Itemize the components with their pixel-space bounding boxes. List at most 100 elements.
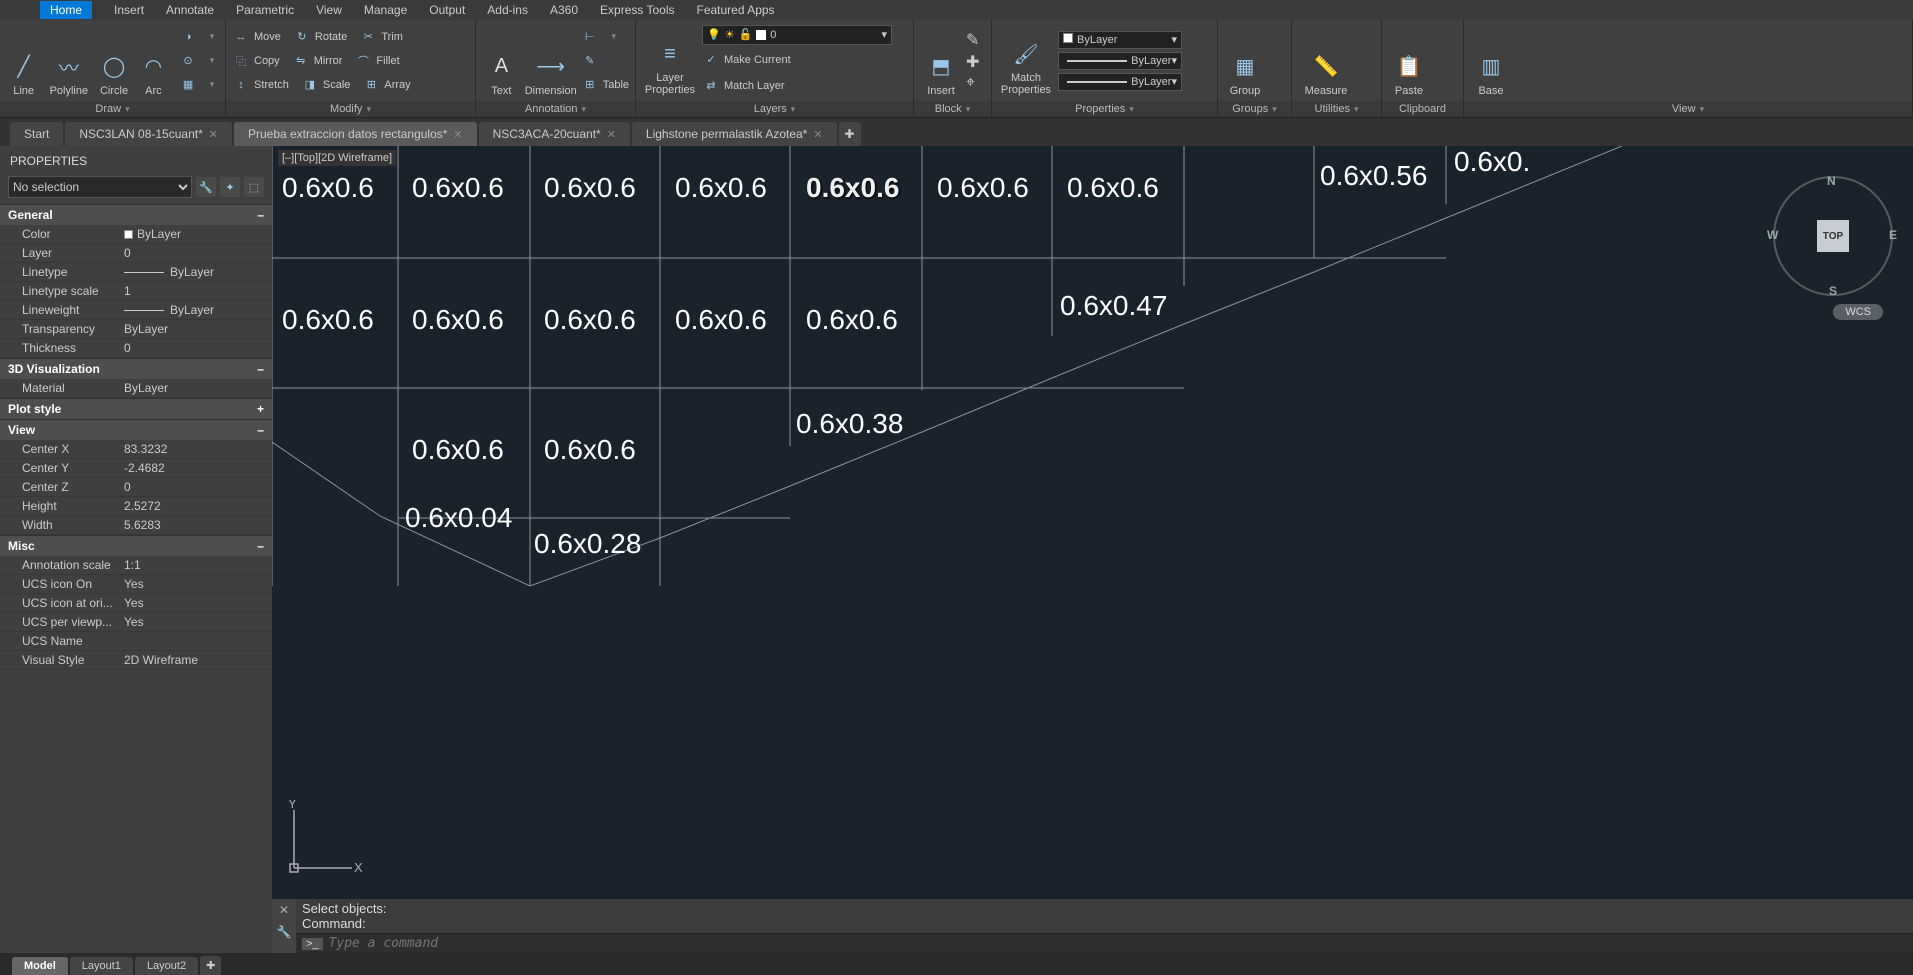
menu-manage[interactable]: Manage xyxy=(364,3,407,17)
prop-row[interactable]: LineweightByLayer xyxy=(0,301,272,320)
menu-parametric[interactable]: Parametric xyxy=(236,3,294,17)
viewcube-top[interactable]: TOP xyxy=(1817,220,1849,252)
add-tab-button[interactable]: ✚ xyxy=(839,122,861,146)
prop-linetype-combo[interactable]: ByLayer▾ xyxy=(1058,73,1182,91)
menu-view[interactable]: View xyxy=(316,3,342,17)
prop-row[interactable]: UCS Name xyxy=(0,632,272,651)
block-ex3[interactable]: ⌖ xyxy=(966,74,979,92)
panel-modify-label[interactable]: Modify xyxy=(226,101,475,117)
prop-row[interactable]: Thickness0 xyxy=(0,339,272,358)
menu-insert[interactable]: Insert xyxy=(114,3,144,17)
layout-tab-layout1[interactable]: Layout1 xyxy=(70,957,133,975)
tool-copy[interactable]: ⿻Copy xyxy=(232,50,280,72)
close-icon[interactable]: ✕ xyxy=(209,128,218,141)
prop-btn-quick[interactable]: ✦ xyxy=(220,177,240,197)
menu-featured-apps[interactable]: Featured Apps xyxy=(697,3,775,17)
prop-row[interactable]: UCS icon OnYes xyxy=(0,575,272,594)
panel-annotation-label[interactable]: Annotation xyxy=(476,101,635,117)
file-tab[interactable]: NSC3ACA-20cuant*✕ xyxy=(479,122,630,146)
tool-text[interactable]: AText xyxy=(482,25,521,97)
selection-combo[interactable]: No selection xyxy=(8,176,192,198)
prop-row[interactable]: UCS icon at ori...Yes xyxy=(0,594,272,613)
file-tab[interactable]: Start xyxy=(10,122,63,146)
tool-group[interactable]: ▦Group xyxy=(1224,25,1266,97)
tool-paste[interactable]: 📋Paste xyxy=(1388,25,1430,97)
tool-fillet[interactable]: ⌒Fillet xyxy=(354,50,399,72)
file-tab[interactable]: Prueba extraccion datos rectangulos*✕ xyxy=(234,122,477,146)
tool-move[interactable]: ↔Move xyxy=(232,26,281,48)
draw-extra-1[interactable]: ◑ xyxy=(179,26,219,48)
close-icon[interactable]: ✕ xyxy=(607,128,616,141)
ann-extra-1[interactable]: ⊢ xyxy=(581,26,629,48)
tool-dimension[interactable]: ⟶Dimension xyxy=(525,25,577,97)
prop-group-misc[interactable]: Misc– xyxy=(0,535,272,556)
close-icon[interactable]: ✕ xyxy=(453,128,462,141)
menu-home[interactable]: Home xyxy=(40,1,92,19)
draw-extra-2[interactable]: ⊙ xyxy=(179,50,219,72)
prop-row[interactable]: Center Z0 xyxy=(0,478,272,497)
tool-rotate[interactable]: ↻Rotate xyxy=(293,26,347,48)
prop-row[interactable]: MaterialByLayer xyxy=(0,379,272,398)
cmd-close-icon[interactable]: ✕ xyxy=(272,899,296,921)
menu-annotate[interactable]: Annotate xyxy=(166,3,214,17)
prop-group-3d-visualization[interactable]: 3D Visualization– xyxy=(0,358,272,379)
compass-w[interactable]: W xyxy=(1767,228,1778,242)
tool-measure[interactable]: 📏Measure xyxy=(1298,25,1354,97)
ann-extra-2[interactable]: ✎ xyxy=(581,50,629,72)
prop-row[interactable]: Height2.5272 xyxy=(0,497,272,516)
prop-btn-select[interactable]: ⬚ xyxy=(244,177,264,197)
panel-block-label[interactable]: Block xyxy=(914,101,991,117)
compass-e[interactable]: E xyxy=(1889,228,1897,242)
prop-group-general[interactable]: General– xyxy=(0,204,272,225)
make-current[interactable]: ✓Make Current xyxy=(702,49,892,71)
file-tab[interactable]: Lighstone permalastik Azotea*✕ xyxy=(632,122,837,146)
tool-stretch[interactable]: ↕Stretch xyxy=(232,74,289,96)
panel-groups-label[interactable]: Groups xyxy=(1218,101,1291,117)
prop-color-combo[interactable]: ByLayer▾ xyxy=(1058,31,1182,49)
cmd-handle-icon[interactable]: 🔧 xyxy=(272,921,296,943)
tool-scale[interactable]: ◨Scale xyxy=(301,74,351,96)
prop-row[interactable]: Layer0 xyxy=(0,244,272,263)
prop-row[interactable]: TransparencyByLayer xyxy=(0,320,272,339)
prop-row[interactable]: Width5.6283 xyxy=(0,516,272,535)
menu-express-tools[interactable]: Express Tools xyxy=(600,3,674,17)
panel-draw-label[interactable]: Draw xyxy=(0,101,225,117)
prop-lineweight-combo[interactable]: ByLayer▾ xyxy=(1058,52,1182,70)
prop-group-view[interactable]: View– xyxy=(0,419,272,440)
close-icon[interactable]: ✕ xyxy=(813,128,822,141)
tool-circle[interactable]: ◯Circle xyxy=(96,25,131,97)
panel-layers-label[interactable]: Layers xyxy=(636,101,913,117)
prop-row[interactable]: Linetype scale1 xyxy=(0,282,272,301)
tool-line[interactable]: ╱Line xyxy=(6,25,41,97)
panel-utilities-label[interactable]: Utilities xyxy=(1292,101,1381,117)
prop-btn-pim[interactable]: 🔧 xyxy=(196,177,216,197)
tool-mirror[interactable]: ⇋Mirror xyxy=(292,50,343,72)
tool-table[interactable]: ⊞Table xyxy=(581,74,629,96)
prop-row[interactable]: Center Y-2.4682 xyxy=(0,459,272,478)
tool-layer-properties[interactable]: ≡LayerProperties xyxy=(642,25,698,97)
compass-n[interactable]: N xyxy=(1827,174,1836,188)
tool-polyline[interactable]: 〰Polyline xyxy=(45,25,92,97)
draw-extra-3[interactable]: ▦ xyxy=(179,74,219,96)
tool-base[interactable]: ▥Base xyxy=(1470,25,1512,97)
block-ex1[interactable]: ✎ xyxy=(966,30,979,50)
prop-row[interactable]: LinetypeByLayer xyxy=(0,263,272,282)
prop-group-plot-style[interactable]: Plot style+ xyxy=(0,398,272,419)
menu-a360[interactable]: A360 xyxy=(550,3,578,17)
panel-clipboard-label[interactable]: Clipboard xyxy=(1382,101,1463,117)
compass-s[interactable]: S xyxy=(1829,284,1837,298)
layout-tab-layout2[interactable]: Layout2 xyxy=(135,957,198,975)
layer-combo[interactable]: 💡☀🔓 0 ▾ xyxy=(702,25,892,45)
layout-tab-model[interactable]: Model xyxy=(12,957,68,975)
prop-row[interactable]: Center X83.3232 xyxy=(0,440,272,459)
viewport[interactable]: [–][Top][2D Wireframe] 0.6x0.60.6x0.60.6… xyxy=(272,146,1913,975)
panel-view-label[interactable]: View xyxy=(1464,101,1912,117)
tool-trim[interactable]: ✂Trim xyxy=(359,26,403,48)
prop-row[interactable]: ColorByLayer xyxy=(0,225,272,244)
view-cube[interactable]: TOP N S E W xyxy=(1773,176,1893,296)
command-input[interactable] xyxy=(329,936,1907,951)
tool-match-properties[interactable]: 🖌MatchProperties xyxy=(998,25,1054,97)
match-layer[interactable]: ⇄Match Layer xyxy=(702,75,892,97)
panel-properties-label[interactable]: Properties xyxy=(992,101,1217,117)
menu-output[interactable]: Output xyxy=(429,3,465,17)
